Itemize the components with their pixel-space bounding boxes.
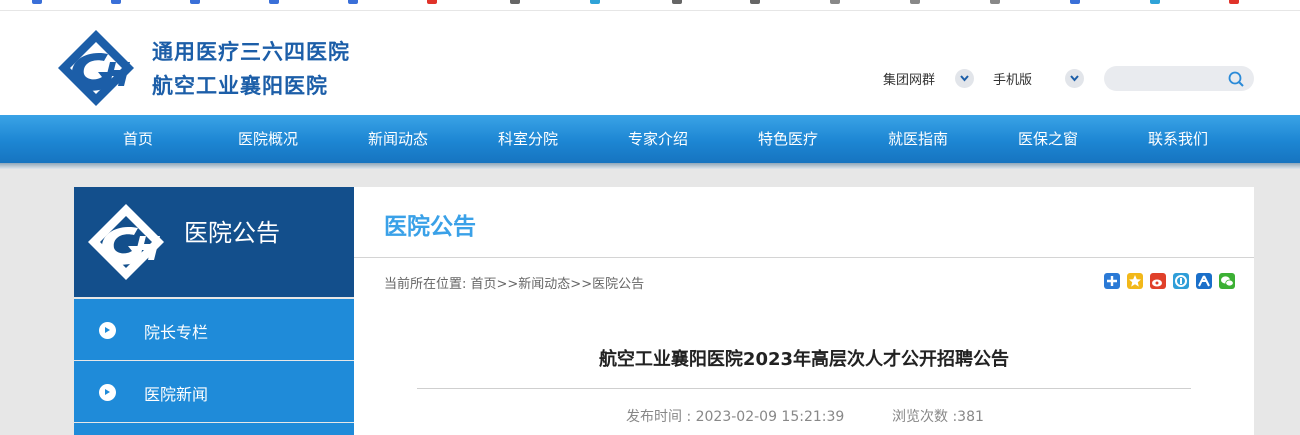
main-nav: 首页 医院概况 新闻动态 科室分院 专家介绍 特色医疗 就医指南 医保之窗 联系…	[0, 115, 1300, 163]
divider	[354, 257, 1254, 258]
bookmark-icon[interactable]	[269, 0, 279, 4]
bookmark-icon[interactable]	[190, 0, 200, 4]
nav-item-home[interactable]: 首页	[73, 115, 203, 163]
site-header: 通用医疗三六四医院 航空工业襄阳医院 集团网群 手机版	[0, 11, 1300, 115]
bookmark-icon[interactable]	[510, 0, 520, 4]
publish-time: 发布时间 : 2023-02-09 15:21:39	[626, 409, 845, 425]
weibo-share-icon[interactable]	[1150, 273, 1166, 289]
sidebar-item-label: 医院新闻	[144, 385, 209, 404]
bookmark-icon[interactable]	[1070, 0, 1080, 4]
bookmark-icon[interactable]	[830, 0, 840, 4]
bookmark-icon[interactable]	[348, 0, 358, 4]
sidebar-header: 医院公告	[74, 187, 354, 297]
sidebar-item-partial[interactable]	[74, 423, 354, 435]
bookmark-icon[interactable]	[590, 0, 600, 4]
bookmark-icon[interactable]	[1150, 0, 1160, 4]
bookmark-icon[interactable]	[1229, 0, 1239, 4]
nav-item-contact[interactable]: 联系我们	[1113, 115, 1243, 163]
nav-item-news[interactable]: 新闻动态	[333, 115, 463, 163]
nav-item-guide[interactable]: 就医指南	[853, 115, 983, 163]
site-name-line2: 航空工业襄阳医院	[152, 74, 328, 98]
nav-item-experts[interactable]: 专家介绍	[593, 115, 723, 163]
sidebar-item-label: 院长专栏	[144, 323, 209, 342]
renren-share-icon[interactable]	[1196, 273, 1212, 289]
bookmark-icon[interactable]	[750, 0, 760, 4]
group-sites-link[interactable]: 集团网群	[883, 69, 935, 88]
bookmark-icon[interactable]	[32, 0, 42, 4]
bookmark-icon[interactable]	[910, 0, 920, 4]
sidebar-item-president-column[interactable]: 院长专栏	[74, 299, 354, 360]
star-share-icon[interactable]	[1127, 273, 1143, 289]
site-name[interactable]: 通用医疗三六四医院 航空工业襄阳医院	[152, 35, 350, 103]
article-title: 航空工业襄阳医院2023年高层次人才公开招聘公告	[598, 349, 1010, 370]
bookmark-icon[interactable]	[111, 0, 121, 4]
breadcrumb: 当前所在位置: 首页>>新闻动态>>医院公告	[384, 273, 644, 292]
gh-logo-icon[interactable]	[56, 28, 136, 108]
search-input[interactable]	[1104, 66, 1254, 91]
divider	[417, 388, 1191, 389]
nav-item-specialties[interactable]: 特色医疗	[723, 115, 853, 163]
breadcrumb-prefix: 当前所在位置:	[384, 277, 471, 292]
section-title: 医院公告	[384, 214, 476, 240]
breadcrumb-path[interactable]: 首页>>新闻动态>>医院公告	[471, 277, 645, 292]
main-content: 医院公告 当前所在位置: 首页>>新闻动态>>医院公告 航空工业襄阳医院2023…	[354, 187, 1254, 435]
wechat-share-icon[interactable]	[1219, 273, 1235, 289]
mobile-version-link[interactable]: 手机版	[993, 69, 1032, 88]
arrow-bullet-icon	[99, 322, 116, 339]
search-icon[interactable]	[1228, 71, 1244, 87]
plus-share-icon[interactable]	[1104, 273, 1120, 289]
chevron-down-icon[interactable]	[955, 69, 974, 88]
bookmark-icon[interactable]	[990, 0, 1000, 4]
view-count: 浏览次数 :381	[892, 409, 984, 425]
chevron-down-icon[interactable]	[1065, 69, 1084, 88]
bookmark-strip	[0, 0, 1300, 11]
site-name-line1: 通用医疗三六四医院	[152, 40, 350, 64]
sidebar-title: 医院公告	[184, 219, 280, 247]
nav-item-departments[interactable]: 科室分院	[463, 115, 593, 163]
sidebar-item-hospital-news[interactable]: 医院新闻	[74, 361, 354, 422]
gh-logo-icon	[88, 204, 164, 280]
bookmark-icon[interactable]	[427, 0, 437, 4]
nav-item-insurance[interactable]: 医保之窗	[983, 115, 1113, 163]
nav-item-overview[interactable]: 医院概况	[203, 115, 333, 163]
qzone-share-icon[interactable]	[1173, 273, 1189, 289]
arrow-bullet-icon	[99, 384, 116, 401]
bookmark-icon[interactable]	[672, 0, 682, 4]
